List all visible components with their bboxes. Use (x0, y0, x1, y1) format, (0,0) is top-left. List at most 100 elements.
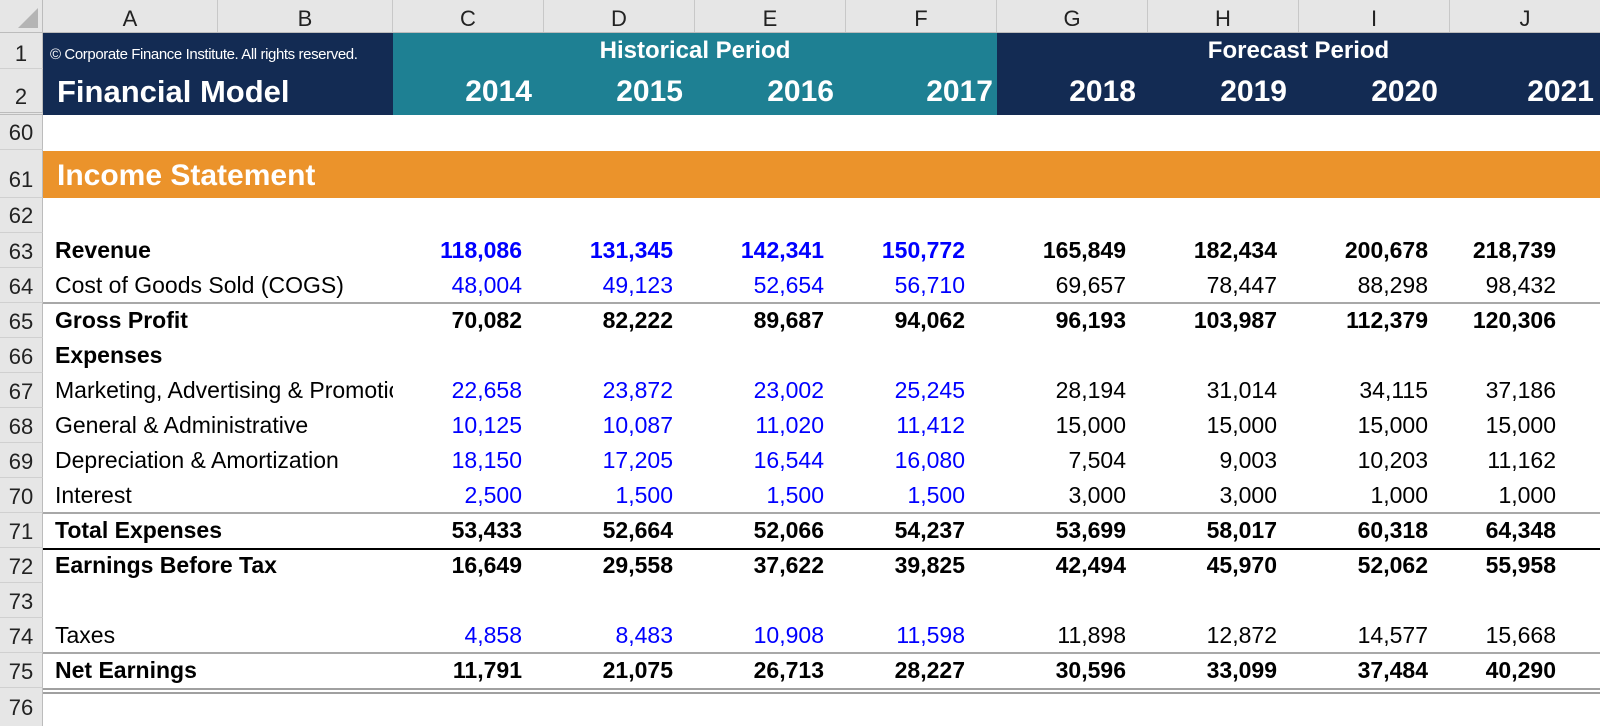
value-cell-2020[interactable]: 112,379 (1299, 303, 1450, 338)
value-cell-2019[interactable]: 45,970 (1148, 548, 1299, 583)
value-cell-2019[interactable]: 182,434 (1148, 233, 1299, 268)
row-label[interactable]: Marketing, Advertising & Promotior (43, 373, 393, 408)
year-header-2015[interactable]: 2015 (544, 69, 695, 115)
column-header-j[interactable]: J (1450, 0, 1600, 32)
income-statement-section-header[interactable]: Income Statement (43, 151, 1600, 198)
value-cell-2014[interactable]: 16,649 (393, 548, 544, 583)
column-header-i[interactable]: I (1299, 0, 1450, 32)
year-header-2014[interactable]: 2014 (393, 69, 544, 115)
value-cell-2021[interactable]: 15,000 (1450, 408, 1600, 443)
column-header-h[interactable]: H (1148, 0, 1299, 32)
forecast-period-label[interactable]: Forecast Period (997, 33, 1600, 69)
value-cell-2015[interactable]: 23,872 (544, 373, 695, 408)
value-cell-2015[interactable]: 49,123 (544, 268, 695, 303)
row-label[interactable]: Total Expenses (43, 513, 393, 548)
value-cell-2019[interactable]: 31,014 (1148, 373, 1299, 408)
row-header[interactable]: 74 (0, 618, 43, 653)
column-header-g[interactable]: G (997, 0, 1148, 32)
value-cell-2015[interactable]: 8,483 (544, 618, 695, 653)
model-title-cell[interactable]: Financial Model (43, 69, 393, 115)
row-label[interactable]: Net Earnings (43, 653, 393, 688)
value-cell-2018[interactable]: 96,193 (997, 303, 1148, 338)
value-cell-2020[interactable]: 10,203 (1299, 443, 1450, 478)
value-cell-2020[interactable]: 34,115 (1299, 373, 1450, 408)
row-label[interactable]: Gross Profit (43, 303, 393, 338)
row-label[interactable]: Taxes (43, 618, 393, 653)
row-header[interactable]: 73 (0, 583, 43, 618)
value-cell-2015[interactable]: 1,500 (544, 478, 695, 513)
row-header[interactable]: 68 (0, 408, 43, 443)
row-header[interactable]: 72 (0, 548, 43, 583)
value-cell-2020[interactable]: 60,318 (1299, 513, 1450, 548)
value-cell-2018[interactable]: 165,849 (997, 233, 1148, 268)
value-cell-2021[interactable]: 218,739 (1450, 233, 1600, 268)
row-header[interactable]: 65 (0, 303, 43, 338)
value-cell-2019[interactable]: 3,000 (1148, 478, 1299, 513)
value-cell-2019[interactable]: 9,003 (1148, 443, 1299, 478)
value-cell-2017[interactable]: 94,062 (846, 303, 997, 338)
value-cell-2020[interactable]: 14,577 (1299, 618, 1450, 653)
value-cell-2017[interactable]: 28,227 (846, 653, 997, 688)
value-cell-2014[interactable]: 11,791 (393, 653, 544, 688)
value-cell-2018[interactable]: 28,194 (997, 373, 1148, 408)
value-cell-2014[interactable]: 53,433 (393, 513, 544, 548)
value-cell-2017[interactable]: 56,710 (846, 268, 997, 303)
row-header[interactable]: 70 (0, 478, 43, 513)
value-cell-2021[interactable]: 37,186 (1450, 373, 1600, 408)
value-cell-2014[interactable]: 18,150 (393, 443, 544, 478)
value-cell-2021[interactable]: 120,306 (1450, 303, 1600, 338)
value-cell-2018[interactable]: 53,699 (997, 513, 1148, 548)
column-header-c[interactable]: C (393, 0, 544, 32)
value-cell-2014[interactable]: 70,082 (393, 303, 544, 338)
value-cell-2019[interactable]: 12,872 (1148, 618, 1299, 653)
value-cell-2016[interactable]: 52,654 (695, 268, 846, 303)
value-cell-2016[interactable]: 1,500 (695, 478, 846, 513)
row-header[interactable]: 75 (0, 653, 43, 688)
row-header[interactable]: 64 (0, 268, 43, 303)
row-label[interactable]: Depreciation & Amortization (43, 443, 393, 478)
column-header-b[interactable]: B (218, 0, 393, 32)
value-cell-2018[interactable]: 7,504 (997, 443, 1148, 478)
row-header[interactable]: 63 (0, 233, 43, 268)
row-header[interactable]: 2 (0, 69, 43, 115)
value-cell-2015[interactable]: 17,205 (544, 443, 695, 478)
row-header[interactable]: 66 (0, 338, 43, 373)
value-cell-2019[interactable]: 78,447 (1148, 268, 1299, 303)
value-cell-2021[interactable]: 1,000 (1450, 478, 1600, 513)
value-cell-2017[interactable]: 16,080 (846, 443, 997, 478)
value-cell-2016[interactable]: 10,908 (695, 618, 846, 653)
row-header[interactable]: 61 (0, 150, 43, 198)
year-header-2020[interactable]: 2020 (1299, 69, 1450, 115)
value-cell-2021[interactable]: 15,668 (1450, 618, 1600, 653)
value-cell-2019[interactable]: 33,099 (1148, 653, 1299, 688)
row-label[interactable]: Revenue (43, 233, 393, 268)
value-cell-2017[interactable]: 11,412 (846, 408, 997, 443)
value-cell-2015[interactable]: 21,075 (544, 653, 695, 688)
value-cell-2018[interactable]: 11,898 (997, 618, 1148, 653)
row-label[interactable]: Cost of Goods Sold (COGS) (43, 268, 393, 303)
row-header[interactable]: 1 (0, 33, 43, 69)
value-cell-2016[interactable]: 142,341 (695, 233, 846, 268)
value-cell-2021[interactable]: 40,290 (1450, 653, 1600, 688)
value-cell-2018[interactable]: 3,000 (997, 478, 1148, 513)
value-cell-2014[interactable]: 118,086 (393, 233, 544, 268)
value-cell-2014[interactable]: 4,858 (393, 618, 544, 653)
value-cell-2016[interactable]: 26,713 (695, 653, 846, 688)
value-cell-2015[interactable]: 82,222 (544, 303, 695, 338)
select-all-button[interactable] (0, 0, 43, 32)
value-cell-2017[interactable]: 11,598 (846, 618, 997, 653)
value-cell-2021[interactable]: 11,162 (1450, 443, 1600, 478)
value-cell-2014[interactable]: 10,125 (393, 408, 544, 443)
row-label[interactable]: General & Administrative (43, 408, 393, 443)
value-cell-2020[interactable]: 15,000 (1299, 408, 1450, 443)
value-cell-2020[interactable]: 88,298 (1299, 268, 1450, 303)
value-cell-2017[interactable]: 39,825 (846, 548, 997, 583)
copyright-cell[interactable]: © Corporate Finance Institute. All right… (43, 33, 393, 69)
column-header-e[interactable]: E (695, 0, 846, 32)
row-label[interactable]: Earnings Before Tax (43, 548, 393, 583)
value-cell-2016[interactable]: 16,544 (695, 443, 846, 478)
value-cell-2017[interactable]: 150,772 (846, 233, 997, 268)
value-cell-2015[interactable]: 29,558 (544, 548, 695, 583)
year-header-2016[interactable]: 2016 (695, 69, 846, 115)
value-cell-2018[interactable]: 69,657 (997, 268, 1148, 303)
